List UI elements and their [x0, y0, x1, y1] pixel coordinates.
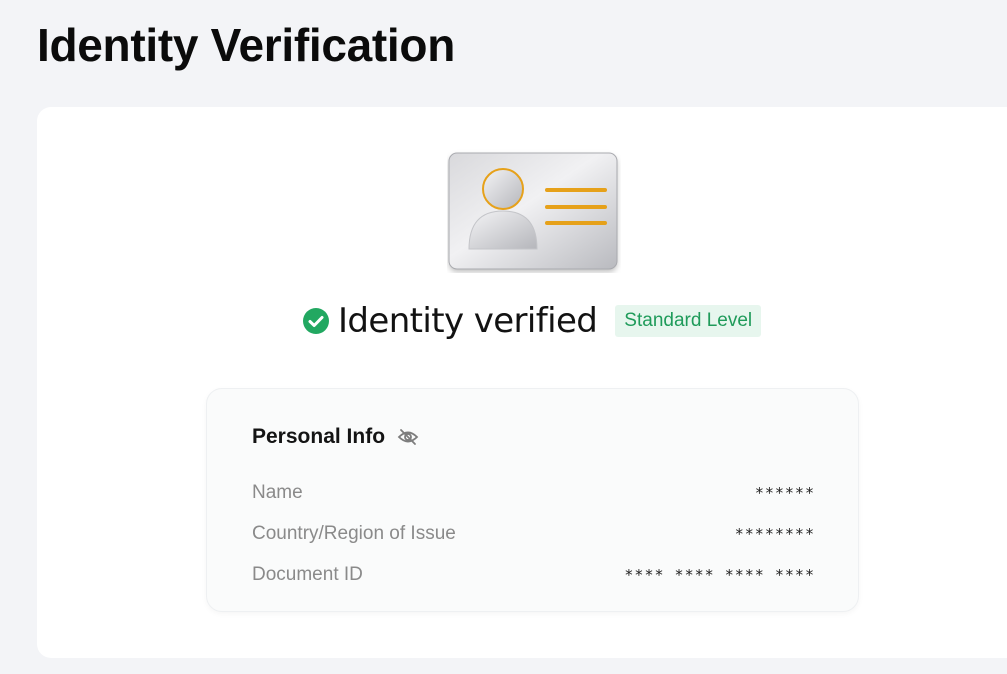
info-label: Document ID	[252, 564, 363, 585]
info-row-document-id: Document ID **** **** **** ****	[252, 561, 815, 589]
info-value: ******	[754, 484, 815, 502]
info-value: **** **** **** ****	[624, 566, 815, 584]
info-label: Country/Region of Issue	[252, 523, 456, 544]
id-card-icon	[447, 149, 621, 273]
status-text: Identity verified	[338, 301, 598, 341]
personal-info-title: Personal Info	[252, 425, 386, 448]
verification-status: Identity verified Standard Level	[303, 299, 762, 343]
check-circle-icon	[303, 308, 329, 334]
info-row-name: Name ******	[252, 479, 815, 507]
info-row-country: Country/Region of Issue ********	[252, 520, 815, 548]
eye-off-icon[interactable]	[397, 426, 419, 448]
personal-info-panel: Personal Info Name ****** Country/Region…	[206, 388, 859, 612]
info-label: Name	[252, 482, 303, 503]
personal-info-header: Personal Info	[252, 425, 419, 449]
level-badge: Standard Level	[615, 305, 762, 337]
verification-card: Identity verified Standard Level Persona…	[37, 107, 1007, 658]
page-title: Identity Verification	[37, 19, 456, 71]
info-value: ********	[734, 525, 815, 543]
